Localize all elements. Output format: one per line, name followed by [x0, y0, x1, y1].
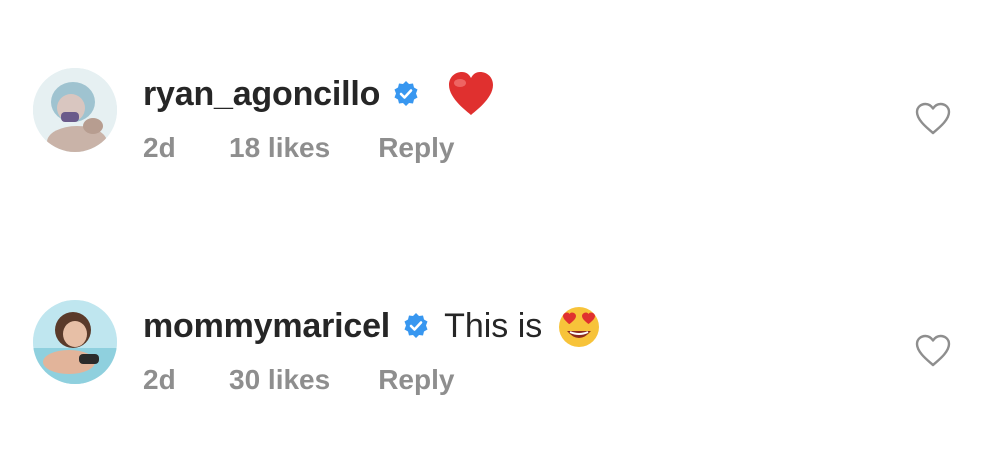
- comment-header: ryan_agoncillo: [143, 66, 496, 122]
- comment-meta: 2d 18 likes Reply: [143, 132, 454, 164]
- heart-eyes-smiley-emoji-icon: [554, 303, 604, 349]
- comment-header: mommymaricel This is: [143, 298, 604, 354]
- reply-button[interactable]: Reply: [378, 364, 454, 396]
- comment-text: This is: [444, 306, 543, 345]
- avatar-image: [33, 300, 117, 384]
- reply-button[interactable]: Reply: [378, 132, 454, 164]
- comment-item: ryan_agoncillo 2d 18 likes Reply: [0, 62, 1000, 172]
- verified-badge-icon: [392, 80, 420, 108]
- comment-meta: 2d 30 likes Reply: [143, 364, 454, 396]
- comments-list: ryan_agoncillo 2d 18 likes Reply mommyma…: [0, 0, 1000, 465]
- avatar-image: [33, 68, 117, 152]
- username-link[interactable]: ryan_agoncillo: [143, 75, 380, 114]
- verified-badge-icon: [402, 312, 430, 340]
- comment-item: mommymaricel This is 2d 30 likes Reply: [0, 294, 1000, 404]
- heart-outline-icon[interactable]: [914, 102, 952, 136]
- red-heart-emoji-icon: [446, 71, 496, 117]
- comment-likes-count[interactable]: 30 likes: [229, 364, 330, 396]
- comment-timestamp[interactable]: 2d: [143, 364, 229, 396]
- avatar[interactable]: [33, 68, 117, 152]
- avatar[interactable]: [33, 300, 117, 384]
- heart-outline-icon[interactable]: [914, 334, 952, 368]
- comment-likes-count[interactable]: 18 likes: [229, 132, 330, 164]
- username-link[interactable]: mommymaricel: [143, 307, 390, 346]
- comment-timestamp[interactable]: 2d: [143, 132, 229, 164]
